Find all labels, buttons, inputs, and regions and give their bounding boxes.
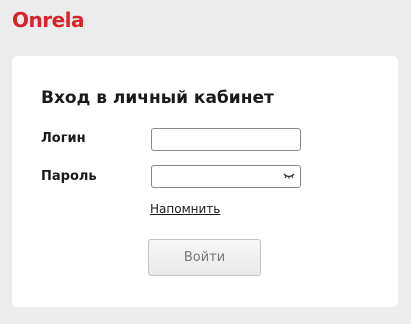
login-input[interactable]	[152, 129, 300, 151]
eye-closed-icon[interactable]	[283, 171, 295, 181]
password-label: Пароль	[41, 169, 97, 184]
brand-logo[interactable]: Onrela	[12, 8, 85, 32]
remind-password-link[interactable]: Напомнить	[150, 202, 220, 216]
login-card: Вход в личный кабинет Логин Пароль Напом…	[12, 56, 398, 307]
login-label: Логин	[41, 131, 86, 146]
password-field-wrapper	[151, 165, 301, 188]
login-submit-button[interactable]: Войти	[148, 239, 261, 276]
password-input[interactable]	[152, 166, 300, 188]
login-field-wrapper	[151, 128, 301, 151]
page-title: Вход в личный кабинет	[41, 88, 274, 108]
